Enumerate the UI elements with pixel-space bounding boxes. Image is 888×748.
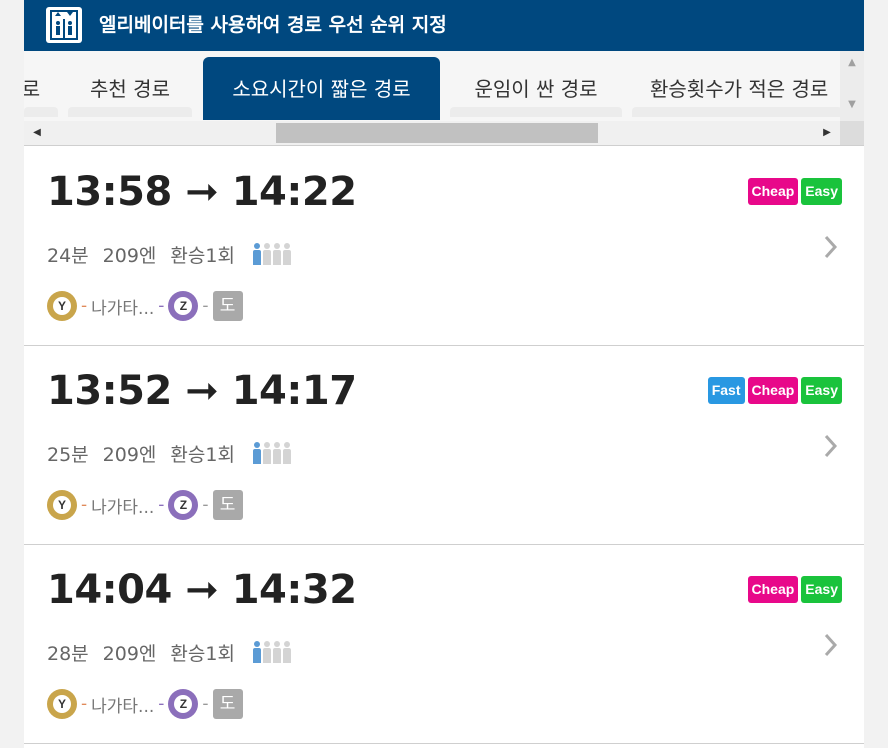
duration: 28분 — [47, 642, 89, 665]
duration: 25분 — [47, 443, 89, 466]
arrow-icon: ➞ — [185, 368, 219, 414]
cheap-badge: Cheap — [747, 576, 799, 603]
tab-previous-partial[interactable]: 로 — [24, 57, 46, 120]
route-times: 13:52 ➞ 14:17 — [47, 368, 357, 414]
crowd-level-icon — [252, 243, 291, 265]
chevron-right-icon[interactable] — [816, 630, 846, 660]
cheap-badge: Cheap — [747, 377, 799, 404]
route-tags: Fast Cheap Easy — [707, 377, 842, 404]
route-card[interactable]: 13:52 ➞ 14:17 Fast Cheap Easy 25분 209엔 환… — [24, 346, 864, 545]
scroll-right-arrow-icon[interactable]: ▶ — [816, 121, 838, 145]
line-y-icon: Y — [47, 291, 77, 321]
route-card[interactable]: 13:58 ➞ 14:22 Cheap Easy 24분 209엔 환승1회 Y… — [24, 147, 864, 346]
line-y-icon: Y — [47, 490, 77, 520]
tab-cheapest-fare[interactable]: 운임이 싼 경로 — [450, 57, 622, 120]
fare: 209엔 — [102, 244, 157, 267]
tab-fewest-transfers[interactable]: 환승횟수가 적은 경로 — [632, 57, 864, 120]
transfers: 환승1회 — [170, 443, 235, 466]
scroll-up-arrow-icon[interactable]: ▲ — [840, 57, 864, 68]
scroll-left-arrow-icon[interactable]: ◀ — [26, 121, 48, 145]
crowd-level-icon — [252, 641, 291, 663]
scrollbar-thumb[interactable] — [276, 123, 598, 143]
route-tabs: 로 추천 경로 소요시간이 짧은 경로 운임이 싼 경로 환승횟수가 적은 경로 — [24, 51, 864, 121]
app-frame: 엘리베이터를 사용하여 경로 우선 순위 지정 로 추천 경로 소요시간이 짧은… — [24, 0, 864, 748]
walk-segment-badge: 도 — [212, 689, 243, 719]
arrive-time: 14:22 — [231, 169, 357, 215]
easy-badge: Easy — [801, 178, 842, 205]
walk-segment-badge: 도 — [212, 291, 243, 321]
route-lines: Y - 나가타... - Z - 도 — [47, 290, 243, 322]
route-times: 13:58 ➞ 14:22 — [47, 169, 357, 215]
page-title: 엘리베이터를 사용하여 경로 우선 순위 지정 — [99, 14, 447, 36]
transfers: 환승1회 — [170, 244, 235, 267]
route-tags: Cheap Easy — [747, 178, 842, 205]
cheap-badge: Cheap — [747, 178, 799, 205]
walk-segment-badge: 도 — [212, 490, 243, 520]
easy-badge: Easy — [801, 576, 842, 603]
route-lines: Y - 나가타... - Z - 도 — [47, 688, 243, 720]
arrive-time: 14:17 — [231, 368, 357, 414]
route-lines: Y - 나가타... - Z - 도 — [47, 489, 243, 521]
fare: 209엔 — [102, 443, 157, 466]
route-meta: 25분 209엔 환승1회 — [47, 439, 291, 467]
route-card[interactable]: 14:04 ➞ 14:32 Cheap Easy 28분 209엔 환승1회 Y… — [24, 545, 864, 744]
crowd-level-icon — [252, 442, 291, 464]
tabs-vertical-scrollbar[interactable]: ▲ ▼ — [840, 51, 864, 121]
route-meta: 28분 209엔 환승1회 — [47, 638, 291, 666]
arrow-icon: ➞ — [185, 169, 219, 215]
transfers: 환승1회 — [170, 642, 235, 665]
route-times: 14:04 ➞ 14:32 — [47, 567, 357, 613]
station-name: 나가타... — [91, 696, 155, 717]
depart-time: 14:04 — [47, 567, 172, 613]
arrive-time: 14:32 — [231, 567, 357, 613]
depart-time: 13:58 — [47, 169, 172, 215]
chevron-right-icon[interactable] — [816, 232, 846, 262]
scroll-down-arrow-icon[interactable]: ▼ — [840, 99, 864, 110]
route-meta: 24분 209엔 환승1회 — [47, 240, 291, 268]
chevron-right-icon[interactable] — [816, 431, 846, 461]
line-y-icon: Y — [47, 689, 77, 719]
easy-badge: Easy — [801, 377, 842, 404]
fast-badge: Fast — [707, 377, 745, 404]
line-z-icon: Z — [168, 490, 199, 520]
scrollbar-corner — [840, 121, 864, 145]
duration: 24분 — [47, 244, 89, 267]
line-z-icon: Z — [168, 689, 199, 719]
station-name: 나가타... — [91, 497, 155, 518]
elevator-icon — [46, 7, 82, 43]
route-tags: Cheap Easy — [747, 576, 842, 603]
station-name: 나가타... — [91, 298, 155, 319]
header-bar: 엘리베이터를 사용하여 경로 우선 순위 지정 — [24, 0, 864, 51]
fare: 209엔 — [102, 642, 157, 665]
tab-recommended[interactable]: 추천 경로 — [68, 57, 192, 120]
tab-shortest-time[interactable]: 소요시간이 짧은 경로 — [203, 57, 440, 120]
arrow-icon: ➞ — [185, 567, 219, 613]
depart-time: 13:52 — [47, 368, 172, 414]
line-z-icon: Z — [168, 291, 199, 321]
tabs-horizontal-scrollbar[interactable]: ◀ ▶ — [24, 121, 864, 146]
